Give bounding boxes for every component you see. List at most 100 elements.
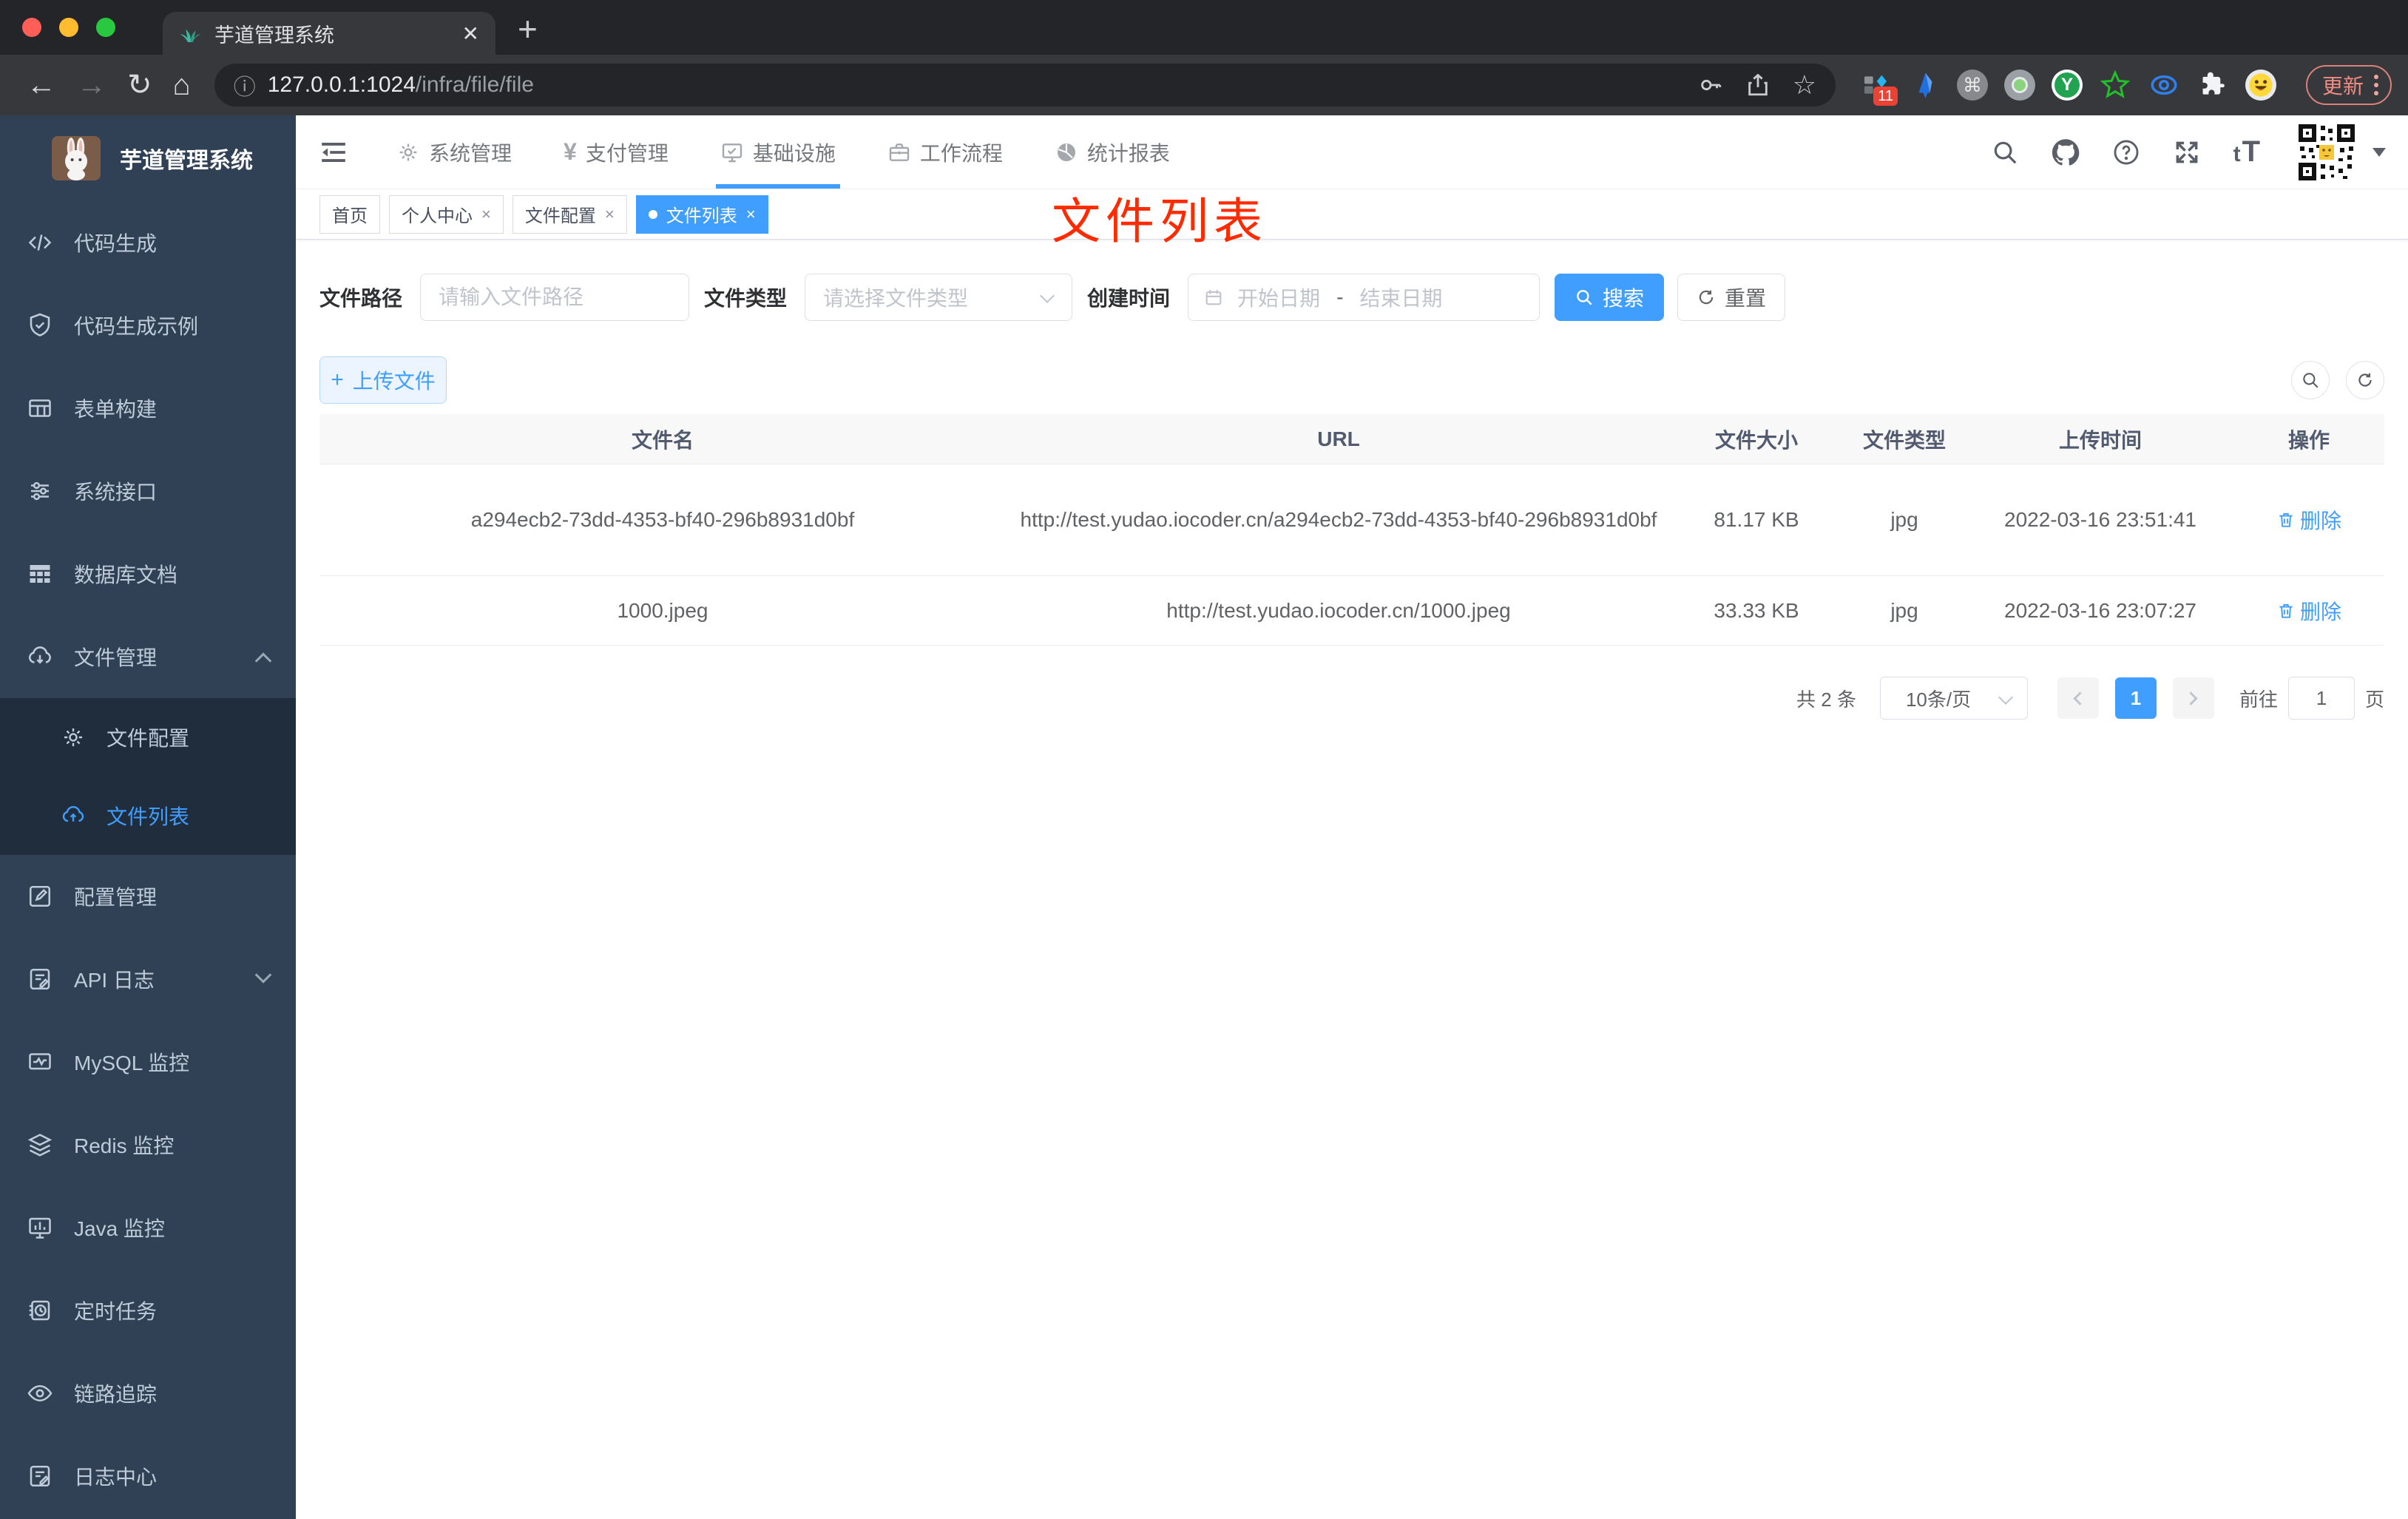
date-range-picker[interactable]: 开始日期 - 结束日期 bbox=[1188, 274, 1540, 321]
tag-label: 首页 bbox=[332, 206, 368, 226]
page-size-value: 10条/页 bbox=[1905, 688, 1972, 711]
file-type-select[interactable]: 请选择文件类型 bbox=[805, 274, 1073, 321]
prev-page-button[interactable] bbox=[2057, 677, 2099, 719]
sidebar-item-system-api[interactable]: 系统接口 bbox=[0, 450, 296, 532]
sidebar-item-code-generation[interactable]: 代码生成 bbox=[0, 201, 296, 284]
fullscreen-icon[interactable] bbox=[2173, 138, 2201, 166]
tag-file-config[interactable]: 文件配置 × bbox=[512, 194, 627, 234]
goto-page-input[interactable] bbox=[2287, 677, 2355, 720]
tag-home[interactable]: 首页 bbox=[319, 194, 380, 234]
page-size-select[interactable]: 10条/页 bbox=[1879, 677, 2028, 720]
browser-update-button[interactable]: 更新 bbox=[2305, 65, 2392, 105]
next-page-button[interactable] bbox=[2172, 677, 2214, 719]
tag-profile[interactable]: 个人中心 × bbox=[389, 194, 504, 234]
extension-eye-icon[interactable] bbox=[2148, 69, 2180, 101]
tag-close-icon[interactable]: × bbox=[481, 205, 491, 224]
browser-tab[interactable]: 芋道管理系统 ✕ bbox=[163, 12, 496, 55]
sidebar-item-db-doc[interactable]: 数据库文档 bbox=[0, 532, 296, 615]
site-info-icon[interactable]: ⓘ bbox=[234, 69, 256, 101]
tag-file-list[interactable]: 文件列表 × bbox=[635, 194, 768, 234]
table-row: 1000.jpeg http://test.yudao.iocoder.cn/1… bbox=[319, 576, 2384, 646]
cell-time: 2022-03-16 23:51:41 bbox=[2004, 508, 2196, 531]
sidebar-item-api-log[interactable]: API 日志 bbox=[0, 938, 296, 1021]
sidebar-item-mysql-monitor[interactable]: MySQL 监控 bbox=[0, 1021, 296, 1103]
reload-button[interactable]: ↻ bbox=[127, 68, 152, 102]
topnav-label: 系统管理 bbox=[429, 141, 513, 165]
sidebar-item-file-list[interactable]: 文件列表 bbox=[0, 777, 296, 855]
window-close-button[interactable] bbox=[22, 18, 41, 37]
extension-camera-icon[interactable] bbox=[2003, 70, 2035, 101]
extension-y-icon[interactable]: Y bbox=[2051, 70, 2083, 101]
password-key-icon[interactable] bbox=[1698, 72, 1723, 98]
home-button[interactable]: ⌂ bbox=[173, 69, 191, 102]
help-icon[interactable] bbox=[2112, 138, 2140, 166]
sidebar-item-config-management[interactable]: 配置管理 bbox=[0, 855, 296, 938]
sidebar-item-label: API 日志 bbox=[74, 969, 155, 992]
briefcase-icon bbox=[889, 143, 910, 161]
sidebar-item-redis-monitor[interactable]: Redis 监控 bbox=[0, 1103, 296, 1186]
yen-icon: ¥ bbox=[564, 138, 577, 165]
refresh-table-button[interactable] bbox=[2346, 361, 2384, 399]
sidebar-collapse-icon[interactable] bbox=[319, 138, 348, 166]
github-icon[interactable] bbox=[2052, 138, 2080, 166]
upload-file-button[interactable]: + 上传文件 bbox=[319, 356, 447, 404]
sidebar-item-code-example[interactable]: 代码生成示例 bbox=[0, 284, 296, 367]
app-logo[interactable]: 芋道管理系统 bbox=[0, 115, 296, 201]
file-type-label: 文件类型 bbox=[704, 287, 788, 310]
tab-close-icon[interactable]: ✕ bbox=[462, 21, 479, 46]
sidebar-item-tracing[interactable]: 链路追踪 bbox=[0, 1352, 296, 1435]
tag-label: 文件配置 bbox=[524, 206, 596, 226]
topnav-workflow[interactable]: 工作流程 bbox=[883, 115, 1007, 189]
tag-close-icon[interactable]: × bbox=[746, 205, 756, 224]
sidebar-item-form-builder[interactable]: 表单构建 bbox=[0, 367, 296, 450]
new-tab-button[interactable]: + bbox=[518, 9, 538, 49]
user-avatar-qr[interactable] bbox=[2294, 119, 2359, 185]
extension-cmd-icon[interactable]: ⌘ bbox=[1956, 70, 1988, 101]
browser-menu-icon[interactable] bbox=[2374, 75, 2378, 95]
file-path-input[interactable] bbox=[420, 274, 690, 321]
forward-button[interactable]: → bbox=[77, 69, 106, 102]
search-button[interactable]: 搜索 bbox=[1555, 274, 1665, 321]
delete-button[interactable]: 删除 bbox=[2276, 505, 2341, 535]
url-host: 127.0.0.1:1024 bbox=[267, 72, 416, 97]
search-icon[interactable] bbox=[1991, 138, 2019, 166]
topnav-statistics[interactable]: 统计报表 bbox=[1050, 115, 1174, 189]
create-time-label: 创建时间 bbox=[1087, 287, 1171, 310]
sidebar-item-file-config[interactable]: 文件配置 bbox=[0, 698, 296, 777]
topnav-system-management[interactable]: 系统管理 bbox=[392, 115, 516, 189]
toggle-search-button[interactable] bbox=[2291, 361, 2330, 399]
sidebar-item-file-management[interactable]: 文件管理 bbox=[0, 615, 296, 698]
extensions-puzzle-icon[interactable] bbox=[2196, 69, 2229, 101]
share-icon[interactable] bbox=[1745, 72, 1771, 98]
sidebar-item-scheduled-tasks[interactable]: 定时任务 bbox=[0, 1269, 296, 1352]
page-number-current[interactable]: 1 bbox=[2114, 677, 2157, 719]
profile-avatar-icon[interactable] bbox=[2245, 70, 2276, 101]
delete-button[interactable]: 删除 bbox=[2276, 596, 2341, 626]
tag-close-icon[interactable]: × bbox=[605, 205, 615, 224]
bookmark-star-icon[interactable]: ☆ bbox=[1793, 70, 1816, 101]
sidebar-item-label: 文件配置 bbox=[106, 727, 190, 750]
sidebar-item-label: 链路追踪 bbox=[74, 1383, 158, 1406]
back-button[interactable]: ← bbox=[27, 69, 56, 102]
extension-star-icon[interactable] bbox=[2099, 69, 2131, 101]
extension-kite-icon[interactable] bbox=[1908, 69, 1941, 101]
topnav-infrastructure[interactable]: 基础设施 bbox=[715, 115, 840, 189]
refresh-icon bbox=[2358, 373, 2372, 387]
cell-type: jpg bbox=[1890, 598, 1918, 622]
window-minimize-button[interactable] bbox=[59, 18, 78, 37]
sidebar-item-java-monitor[interactable]: Java 监控 bbox=[0, 1186, 296, 1269]
reset-button[interactable]: 重置 bbox=[1677, 274, 1786, 321]
address-bar[interactable]: ⓘ 127.0.0.1:1024/infra/file/file ☆ bbox=[214, 64, 1836, 106]
filter-form: 文件路径 文件类型 请选择文件类型 创建时间 开始日期 - 结束日期 bbox=[319, 274, 2384, 321]
database-doc-icon bbox=[30, 565, 50, 583]
sidebar-item-log-center[interactable]: 日志中心 bbox=[0, 1435, 296, 1518]
window-zoom-button[interactable] bbox=[96, 18, 115, 37]
extension-tabs-icon[interactable]: 11 bbox=[1859, 69, 1898, 106]
avatar-dropdown-caret[interactable] bbox=[2373, 147, 2386, 157]
topnav-payment-management[interactable]: ¥ 支付管理 bbox=[559, 115, 673, 189]
dashboard-icon bbox=[1057, 143, 1075, 161]
font-size-icon[interactable]: tT bbox=[2233, 135, 2262, 169]
search-icon bbox=[1577, 290, 1592, 305]
sidebar-item-label: 配置管理 bbox=[74, 886, 158, 909]
monitor-check-icon bbox=[722, 143, 743, 162]
